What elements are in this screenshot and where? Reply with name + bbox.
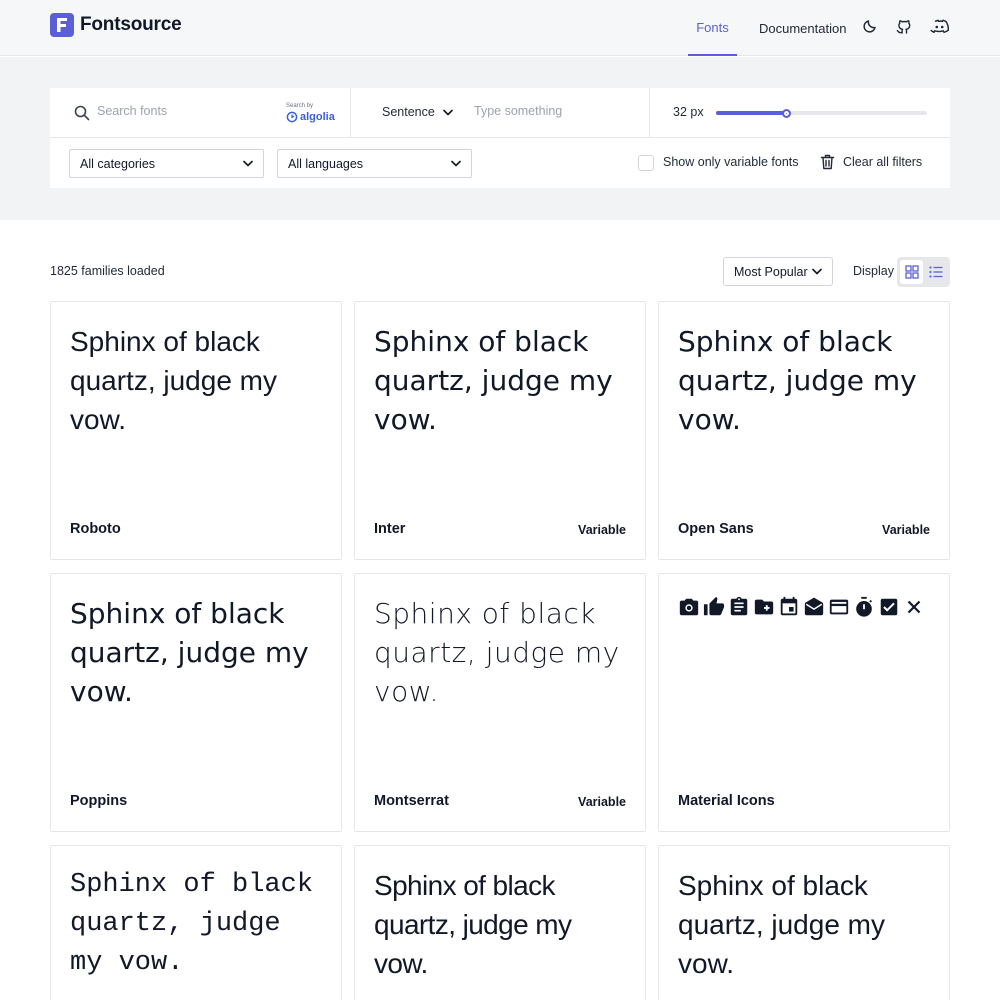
github-icon[interactable]	[895, 17, 913, 35]
display-toggle	[897, 257, 950, 287]
font-card[interactable]: Sphinx of black quartz, judge my vow.	[354, 845, 646, 1000]
variable-only-label[interactable]: Show only variable fonts	[663, 155, 799, 169]
discord-icon[interactable]	[929, 17, 949, 35]
font-card[interactable]: Sphinx of black quartz, judge my vow.	[658, 845, 950, 1000]
font-size-label: 32 px	[673, 105, 704, 119]
preview-type-select[interactable]: Sentence	[382, 105, 453, 119]
check-box-icon	[880, 598, 898, 616]
calendar-icon	[780, 596, 798, 616]
search-input[interactable]	[97, 104, 277, 118]
font-name: Inter	[374, 521, 406, 537]
clipboard-icon	[730, 596, 748, 616]
font-name: Roboto	[70, 521, 121, 537]
close-icon	[907, 600, 921, 614]
font-preview-text: Sphinx of black quartz, judge my vow.	[374, 597, 620, 708]
nav-documentation[interactable]: Documentation	[759, 0, 846, 56]
font-preview-text: Sphinx of black quartz, judge my vow.	[678, 325, 917, 436]
camera-icon	[679, 598, 699, 616]
font-name: Open Sans	[678, 521, 754, 537]
variable-only-checkbox[interactable]	[638, 155, 654, 171]
filter-row-top: Search by algolia Sentence 32 px	[50, 88, 950, 138]
variable-badge: Variable	[882, 523, 930, 537]
slider-fill	[716, 111, 786, 115]
sort-select-value: Most Popular	[734, 264, 808, 279]
algolia-logo-icon	[286, 111, 298, 123]
font-card-open-sans[interactable]: Sphinx of black quartz, judge my vow. Op…	[658, 301, 950, 560]
icon-preview	[678, 594, 933, 618]
font-card-poppins[interactable]: Sphinx of black quartz, judge my vow. Po…	[50, 573, 342, 832]
thumb-up-icon	[703, 596, 725, 616]
search-by-label: Search by	[286, 103, 314, 109]
font-preview-text: Sphinx of black quartz, judge my vow.	[70, 597, 309, 708]
language-select[interactable]: All languages	[277, 149, 472, 178]
trash-icon	[820, 154, 835, 170]
font-card-roboto[interactable]: Sphinx of black quartz, judge my vow. Ro…	[50, 301, 342, 560]
font-preview-text: Sphinx of black quartz, judge my vow.	[678, 870, 885, 979]
font-card-montserrat[interactable]: Sphinx of black quartz, judge my vow. Mo…	[354, 573, 646, 832]
font-card-material-icons[interactable]: Material Icons	[658, 573, 950, 832]
language-select-value: All languages	[288, 156, 364, 171]
clear-filters-button[interactable]: Clear all filters	[820, 154, 922, 170]
folder-add-icon	[754, 599, 774, 615]
search-icon	[74, 105, 90, 126]
algolia-attribution[interactable]: Search by algolia	[286, 103, 346, 127]
font-preview-text: Sphinx of black quartz, judge my vow.	[374, 325, 613, 436]
logo[interactable]: Fontsource	[50, 13, 182, 37]
chevron-down-icon	[443, 109, 453, 115]
preview-text-input[interactable]	[474, 104, 644, 118]
font-size-slider[interactable]	[716, 109, 927, 118]
grid-icon	[904, 265, 919, 279]
app-name: Fontsource	[80, 14, 182, 35]
variable-badge: Variable	[578, 523, 626, 537]
chevron-down-icon	[451, 160, 461, 167]
preview-type-value: Sentence	[382, 105, 435, 119]
credit-card-icon	[829, 599, 849, 615]
chevron-down-icon	[243, 160, 253, 167]
filter-row-bottom: All categories All languages Show only v…	[50, 138, 950, 188]
nav-fonts[interactable]: Fonts	[688, 0, 737, 56]
category-select-value: All categories	[80, 156, 156, 171]
top-header: Fontsource Fonts Documentation	[0, 0, 1000, 56]
clear-filters-label: Clear all filters	[843, 155, 923, 169]
font-card-inter[interactable]: Sphinx of black quartz, judge my vow. In…	[354, 301, 646, 560]
drafts-icon	[804, 597, 824, 616]
fontsource-logo-icon	[50, 13, 74, 37]
display-label: Display	[853, 264, 894, 278]
font-preview-text: Sphinx of black quartz, judge my vow.	[70, 870, 314, 978]
sort-select[interactable]: Most Popular	[723, 257, 833, 286]
font-preview-text: Sphinx of black quartz, judge my vow.	[374, 870, 572, 979]
algolia-brand-label: algolia	[300, 111, 335, 123]
filter-panel: Search by algolia Sentence 32 px All cat…	[50, 88, 950, 188]
list-icon	[928, 266, 942, 278]
variable-badge: Variable	[578, 795, 626, 809]
list-view-button[interactable]	[924, 260, 947, 284]
chevron-down-icon	[812, 268, 822, 275]
divider	[649, 88, 650, 138]
font-preview-text: Sphinx of black quartz, judge my vow.	[70, 326, 277, 435]
font-name: Poppins	[70, 793, 128, 809]
font-card[interactable]: Sphinx of black quartz, judge my vow.	[50, 845, 342, 1000]
timer-icon	[856, 596, 872, 617]
font-name: Montserrat	[374, 793, 449, 809]
slider-thumb[interactable]	[782, 109, 791, 118]
moon-icon[interactable]	[861, 17, 879, 35]
category-select[interactable]: All categories	[69, 149, 264, 178]
grid-view-button[interactable]	[900, 260, 923, 284]
divider	[350, 88, 351, 138]
font-name: Material Icons	[678, 793, 775, 809]
families-count: 1825 families loaded	[50, 264, 165, 278]
